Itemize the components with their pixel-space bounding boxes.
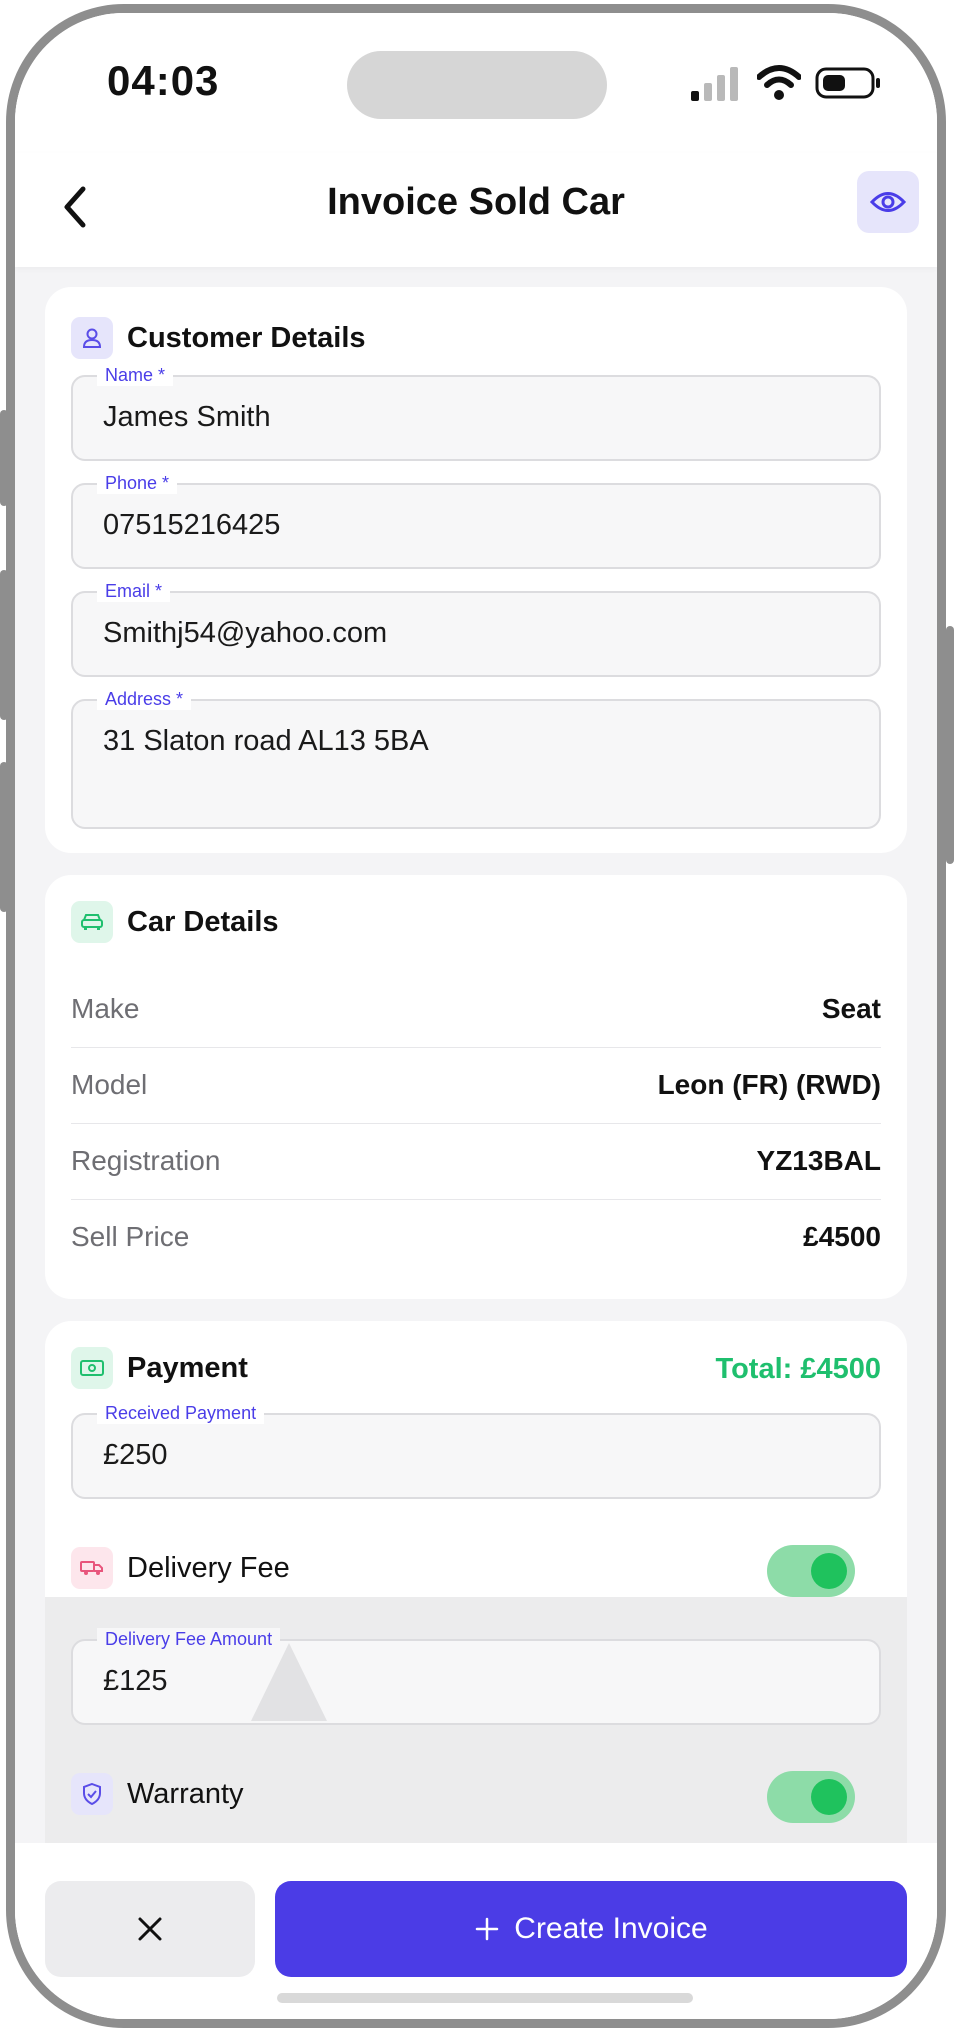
make-value: Seat	[821, 993, 881, 1024]
phone-label: Phone *	[97, 472, 178, 494]
payment-total: Total: £4500	[715, 1353, 881, 1385]
warranty-row: Warranty	[71, 1773, 244, 1815]
car-details-title: Car Details	[127, 905, 279, 938]
car-icon	[71, 901, 113, 943]
status-time: 04:03	[107, 57, 220, 104]
cancel-button[interactable]	[45, 1881, 255, 1977]
car-details-header: Car Details	[71, 901, 279, 943]
payment-title: Payment	[127, 1351, 248, 1384]
received-payment-label: Received Payment	[97, 1402, 265, 1424]
preview-button[interactable]	[857, 171, 919, 233]
model-value: Leon (FR) (RWD)	[657, 1069, 881, 1100]
home-indicator	[277, 1993, 693, 2003]
status-bar: 04:03	[15, 13, 937, 153]
cursor-triangle-icon	[251, 1643, 327, 1721]
address-value: 31 Slaton road AL13 5BA	[103, 725, 429, 757]
email-label: Email *	[97, 580, 171, 602]
received-payment-value: £250	[103, 1439, 168, 1471]
close-icon	[138, 1917, 162, 1941]
name-label: Name *	[97, 364, 174, 386]
battery-icon	[815, 67, 880, 99]
dynamic-island	[347, 51, 607, 119]
model-key: Model	[71, 1069, 148, 1100]
car-row-model: Model Leon (FR) (RWD)	[71, 1047, 881, 1124]
delivery-fee-row: Delivery Fee	[71, 1547, 290, 1589]
cellular-signal-icon	[691, 67, 738, 101]
warranty-toggle[interactable]	[767, 1771, 855, 1823]
user-icon	[71, 317, 113, 359]
name-field[interactable]: Name * James Smith	[71, 364, 881, 461]
create-invoice-label: Create Invoice	[514, 1912, 708, 1945]
payment-card: Payment Total: £4500 Received Payment £2…	[45, 1321, 907, 1881]
registration-value: YZ13BAL	[756, 1145, 881, 1176]
phone-value: 07515216425	[103, 509, 281, 541]
action-footer: Create Invoice	[15, 1843, 937, 2019]
warranty-label: Warranty	[127, 1777, 244, 1810]
payment-header: Payment	[71, 1347, 248, 1389]
delivery-fee-amount-field[interactable]: Delivery Fee Amount £125	[71, 1628, 881, 1725]
customer-details-title: Customer Details	[127, 321, 366, 354]
phone-field[interactable]: Phone * 07515216425	[71, 472, 881, 569]
create-invoice-button[interactable]: Create Invoice	[275, 1881, 907, 1977]
eye-icon	[870, 192, 906, 212]
screen: 04:03 Invoice Sold Car Customer Details …	[15, 13, 937, 2019]
truck-icon	[71, 1547, 113, 1589]
registration-key: Registration	[71, 1145, 221, 1176]
delivery-fee-label: Delivery Fee	[127, 1551, 290, 1584]
warranty-toggle-knob	[811, 1779, 847, 1815]
delivery-fee-toggle-knob	[811, 1553, 847, 1589]
car-details-card: Car Details Make Seat Model Leon (FR) (R…	[45, 875, 907, 1299]
car-row-sell-price: Sell Price £4500	[71, 1199, 881, 1275]
name-value: James Smith	[103, 401, 271, 433]
delivery-fee-toggle[interactable]	[767, 1545, 855, 1597]
customer-details-card: Customer Details Name * James Smith Phon…	[45, 287, 907, 853]
received-payment-field[interactable]: Received Payment £250	[71, 1402, 881, 1499]
app-header: Invoice Sold Car	[15, 153, 937, 267]
sell-price-key: Sell Price	[71, 1221, 190, 1252]
address-field[interactable]: Address * 31 Slaton road AL13 5BA	[71, 688, 881, 829]
email-field[interactable]: Email * Smithj54@yahoo.com	[71, 580, 881, 677]
delivery-fee-amount-value: £125	[103, 1665, 168, 1697]
side-button-right	[946, 626, 954, 864]
page-title: Invoice Sold Car	[327, 181, 625, 223]
address-label: Address *	[97, 688, 192, 710]
plus-icon	[476, 1917, 499, 1941]
shield-icon	[71, 1773, 113, 1815]
sell-price-value: £4500	[803, 1221, 881, 1252]
customer-details-header: Customer Details	[71, 317, 366, 359]
phone-frame: 04:03 Invoice Sold Car Customer Details …	[6, 4, 946, 2028]
car-row-make: Make Seat	[71, 971, 881, 1048]
car-row-registration: Registration YZ13BAL	[71, 1123, 881, 1200]
make-key: Make	[71, 993, 140, 1024]
wifi-icon	[757, 65, 801, 100]
cash-icon	[71, 1347, 113, 1389]
email-value: Smithj54@yahoo.com	[103, 617, 388, 649]
